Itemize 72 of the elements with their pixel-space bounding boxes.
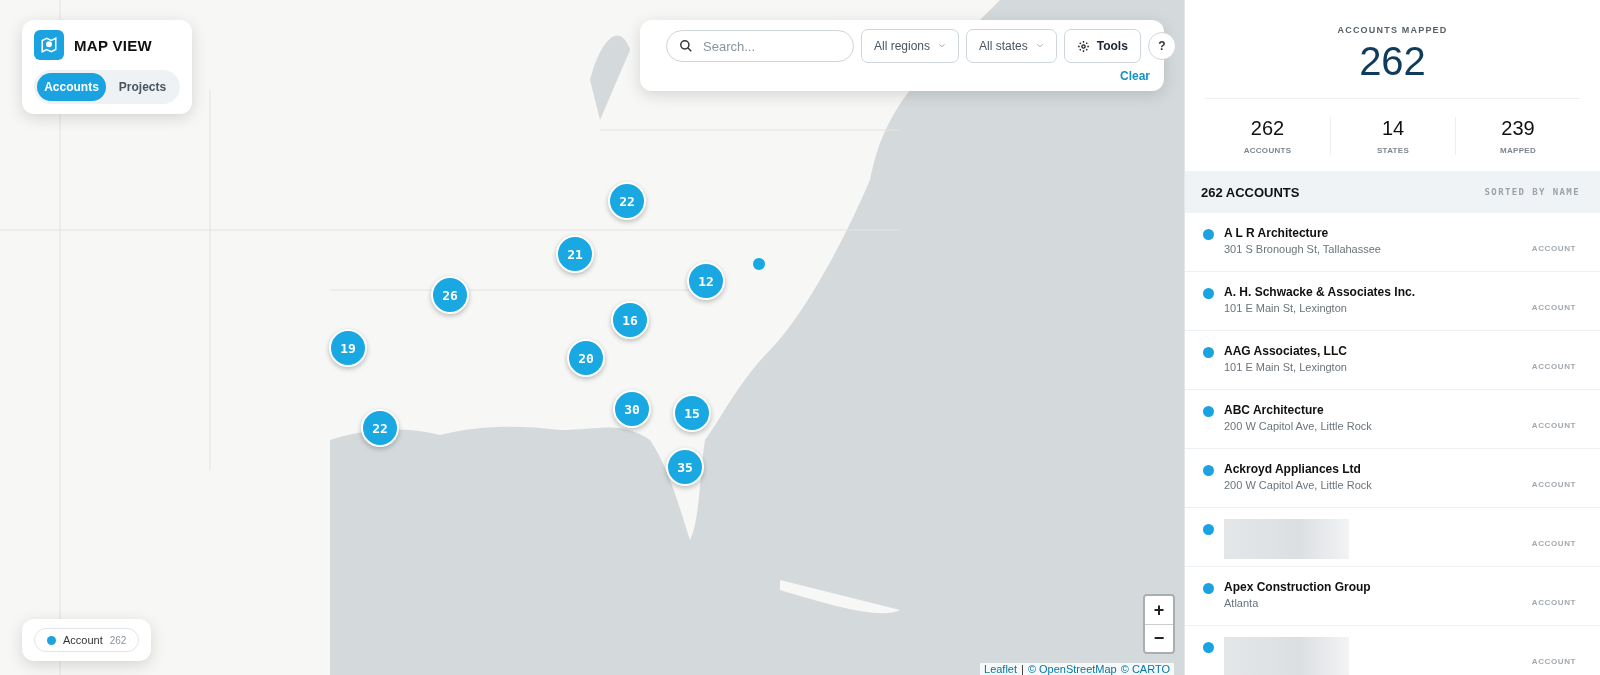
map-logo-icon [34,30,64,60]
filter-dropdown[interactable]: All states [966,29,1057,63]
account-name: AAG Associates, LLC [1224,344,1348,358]
mode-tab[interactable]: Accounts [37,73,106,101]
account-row[interactable]: ACCOUNT [1185,508,1600,567]
cluster-marker[interactable]: 12 [687,262,725,300]
account-name: A. H. Schwacke & Associates Inc. [1224,285,1416,299]
map[interactable]: 22 21 12 26 16 19 20 30 15 22 35 MAP VIEW Accounts Projects Search... All regions All states Tools ? Clear Account 262 + − Leaflet | © OpenStreetMap © CARTO [0,0,1184,675]
account-address: 101 E Main St, Lexington [1224,361,1348,373]
stat-label: STATES [1376,146,1410,155]
account-address: 301 S Bronough St, Tallahassee [1224,243,1382,255]
attribution-link[interactable]: © CARTO [1120,663,1170,675]
account-row[interactable]: Ackroyd Appliances Ltd 200 W Capitol Ave, Little Rock ACCOUNT [1185,449,1600,508]
gear-icon [1076,39,1090,53]
sort-label: SORTED BY NAME [1484,187,1580,197]
cluster-marker[interactable]: 15 [673,394,711,432]
account-name: Apex Construction Group [1224,580,1372,594]
cluster-marker[interactable]: 35 [666,448,704,486]
account-type: ACCOUNT [1531,657,1576,666]
zoom-out-button[interactable]: − [1145,624,1173,652]
account-type: ACCOUNT [1531,421,1576,430]
cluster-marker[interactable]: 26 [431,276,469,314]
cluster-marker[interactable]: 22 [361,409,399,447]
stat-value: 14 [1381,117,1405,140]
tools-button[interactable]: Tools [1063,29,1141,63]
legend-count: 262 [109,634,127,646]
cluster-marker[interactable]: 16 [611,301,649,339]
account-row[interactable]: ACCOUNT [1185,626,1600,675]
mode-tab[interactable]: Projects [108,73,177,101]
account-address: 101 E Main St, Lexington [1224,302,1348,314]
filter-dropdown[interactable]: All regions [861,29,960,63]
cluster-marker[interactable]: 19 [329,329,367,367]
account-name: ABC Architecture [1224,403,1325,417]
cluster-marker[interactable]: 22 [608,182,646,220]
legend-label: Account [63,634,103,646]
account-address: 200 W Capitol Ave, Little Rock [1224,479,1373,491]
attribution-link[interactable]: © OpenStreetMap [1027,663,1117,675]
summary-title: ACCOUNTS MAPPED [1337,25,1448,35]
stat-value: 262 [1250,117,1285,140]
stat-value: 239 [1501,117,1535,140]
map-marker[interactable] [752,257,766,271]
help-button[interactable]: ? [1147,32,1176,60]
account-name: Ackroyd Appliances Ltd [1224,462,1362,476]
stat-label: MAPPED [1500,146,1536,155]
account-name: A L R Architecture [1224,226,1330,240]
search-field[interactable]: Search... [666,30,854,62]
account-type: ACCOUNT [1531,539,1576,548]
account-type: ACCOUNT [1531,598,1576,607]
account-address: Atlanta [1224,597,1260,609]
cluster-marker[interactable]: 21 [556,235,594,273]
account-type: ACCOUNT [1531,303,1576,312]
total-count: 262 [1359,39,1426,84]
account-type: ACCOUNT [1531,244,1576,253]
account-row[interactable]: A. H. Schwacke & Associates Inc. 101 E Main St, Lexington ACCOUNT [1185,272,1600,331]
account-type: ACCOUNT [1531,480,1576,489]
attribution-link[interactable]: Leaflet [984,663,1018,675]
separator: | [1021,663,1024,675]
account-row[interactable]: A L R Architecture 301 S Bronough St, Tallahassee ACCOUNT [1185,213,1600,272]
account-type: ACCOUNT [1531,362,1576,371]
stat-label: ACCOUNTS [1243,146,1292,155]
app-title: MAP VIEW [74,36,152,54]
account-row[interactable]: AAG Associates, LLC 101 E Main St, Lexington ACCOUNT [1185,331,1600,390]
account-row[interactable]: ABC Architecture 200 W Capitol Ave, Little Rock ACCOUNT [1185,390,1600,449]
account-address: 200 W Capitol Ave, Little Rock [1224,420,1373,432]
cluster-marker[interactable]: 30 [613,390,651,428]
chevron-icon [938,42,947,50]
cluster-marker[interactable]: 20 [567,339,605,377]
zoom-in-button[interactable]: + [1145,596,1173,624]
list-title: 262 ACCOUNTS [1201,184,1300,200]
chevron-icon [1035,42,1044,50]
account-row[interactable]: Apex Construction Group Atlanta ACCOUNT [1185,567,1600,626]
clear-link[interactable]: Clear [1119,69,1150,83]
